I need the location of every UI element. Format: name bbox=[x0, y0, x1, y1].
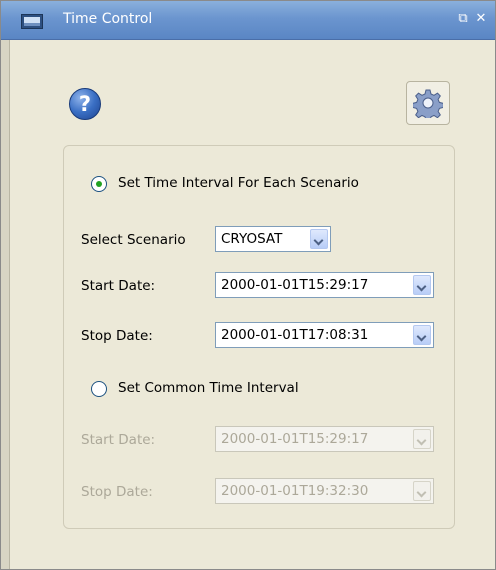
per-scenario-radio-label[interactable]: Set Time Interval For Each Scenario bbox=[118, 175, 359, 191]
stop-date-label: Stop Date: bbox=[81, 328, 153, 344]
chevron-down-icon bbox=[413, 481, 431, 501]
common-interval-radio[interactable] bbox=[91, 381, 107, 397]
window-icon bbox=[21, 14, 43, 29]
settings-button[interactable] bbox=[406, 81, 450, 125]
common-start-date-field: 2000-01-01T15:29:17 bbox=[215, 426, 434, 452]
common-start-date-value: 2000-01-01T15:29:17 bbox=[221, 431, 369, 447]
chevron-down-icon bbox=[413, 429, 431, 449]
gear-icon bbox=[413, 89, 443, 118]
scenario-select-value: CRYOSAT bbox=[221, 231, 283, 247]
chevron-down-icon[interactable] bbox=[310, 229, 328, 249]
common-stop-date-label: Stop Date: bbox=[81, 484, 153, 500]
common-interval-radio-label[interactable]: Set Common Time Interval bbox=[118, 380, 299, 396]
stop-date-field[interactable]: 2000-01-01T17:08:31 bbox=[215, 322, 434, 348]
common-start-date-label: Start Date: bbox=[81, 432, 156, 448]
window-title: Time Control bbox=[63, 11, 153, 27]
start-date-value: 2000-01-01T15:29:17 bbox=[221, 277, 369, 293]
per-scenario-radio[interactable] bbox=[91, 176, 107, 192]
title-bar[interactable]: Time Control ⧉ ✕ bbox=[1, 1, 495, 40]
close-icon[interactable]: ✕ bbox=[473, 11, 489, 26]
help-button[interactable]: ? bbox=[62, 81, 108, 127]
window-left-edge bbox=[1, 40, 10, 569]
stop-date-value: 2000-01-01T17:08:31 bbox=[221, 327, 369, 343]
time-control-window: Time Control ⧉ ✕ ? Set Time Interval For… bbox=[0, 0, 496, 570]
select-scenario-label: Select Scenario bbox=[81, 232, 186, 248]
help-icon: ? bbox=[69, 88, 101, 120]
common-stop-date-field: 2000-01-01T19:32:30 bbox=[215, 478, 434, 504]
common-stop-date-value: 2000-01-01T19:32:30 bbox=[221, 483, 369, 499]
restore-icon[interactable]: ⧉ bbox=[455, 11, 471, 26]
chevron-down-icon[interactable] bbox=[413, 275, 431, 295]
scenario-select[interactable]: CRYOSAT bbox=[215, 226, 331, 252]
start-date-field[interactable]: 2000-01-01T15:29:17 bbox=[215, 272, 434, 298]
start-date-label: Start Date: bbox=[81, 278, 156, 294]
chevron-down-icon[interactable] bbox=[413, 325, 431, 345]
